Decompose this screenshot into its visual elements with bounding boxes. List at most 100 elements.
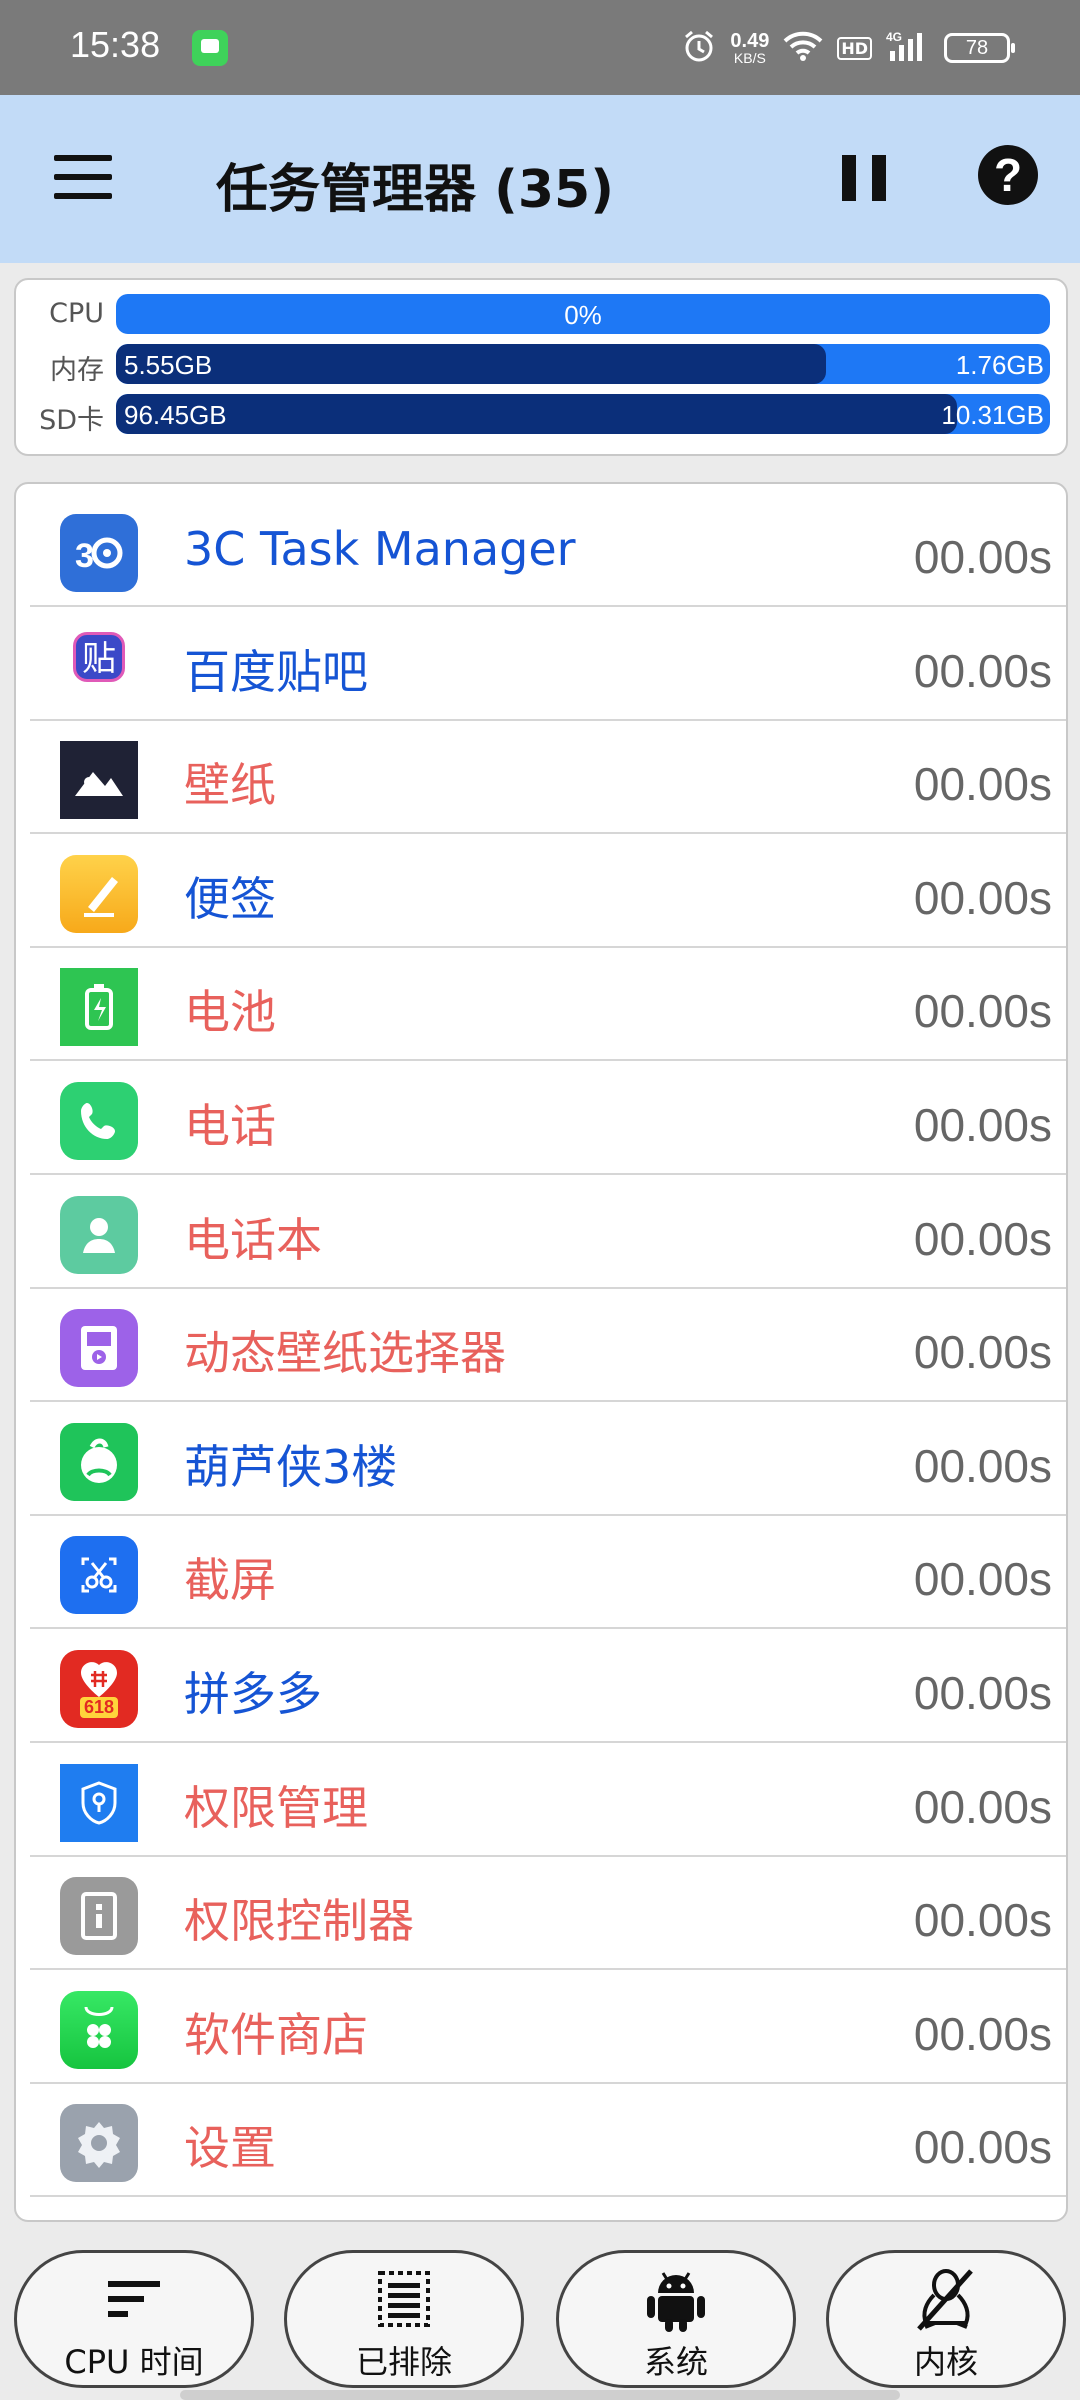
process-cpu-time: 00.00s	[913, 531, 1052, 583]
message-notification-icon	[192, 30, 228, 66]
3c-task-manager-icon: 3	[60, 514, 138, 592]
network-speed-value: 0.49	[730, 30, 770, 52]
signal-icon: 4G	[886, 29, 930, 67]
process-name: 百度贴吧	[184, 644, 368, 699]
process-cpu-time: 00.00s	[913, 644, 1052, 697]
excluded-label: 已排除	[355, 2343, 452, 2381]
process-name: 截屏	[184, 1553, 276, 1608]
process-name: 动态壁纸选择器	[184, 1326, 506, 1381]
excluded-list-icon	[376, 2271, 432, 2331]
process-name: 权限管理	[184, 1780, 368, 1835]
sd-usage-bar: 96.45GB 10.31GB	[116, 394, 1050, 434]
process-name: 葫芦侠3楼	[184, 1439, 398, 1494]
status-time: 15:38	[70, 24, 161, 65]
process-cpu-time: 00.00s	[913, 758, 1052, 811]
phone-icon	[60, 1082, 138, 1160]
pinduoduo-icon: 618	[60, 1650, 138, 1728]
hd-badge: HD	[837, 36, 872, 60]
cpu-usage-bar: 0%	[116, 294, 1050, 334]
process-cpu-time: 00.00s	[913, 1894, 1052, 1947]
gesture-bar[interactable]	[180, 2390, 900, 2400]
sd-used: 96.45GB	[124, 400, 227, 430]
process-cpu-time: 00.00s	[913, 1326, 1052, 1379]
cpu-label: CPU	[49, 298, 104, 329]
system-label: 系统	[643, 2343, 708, 2381]
process-name: 设置	[184, 2121, 276, 2176]
excluded-button[interactable]: 已排除	[284, 2250, 524, 2388]
process-name: 电池	[184, 985, 276, 1040]
bottom-nav: CPU 时间 已排除 系统 内核	[0, 2236, 1080, 2400]
kernel-button[interactable]: 内核	[826, 2250, 1066, 2388]
process-row[interactable]: 电池 00.00s	[30, 948, 1066, 1062]
process-name: 电话	[184, 1099, 276, 1153]
live-wallpaper-icon	[60, 1309, 138, 1388]
process-cpu-time: 00.00s	[913, 2121, 1052, 2174]
process-row[interactable]: 便签 00.00s	[30, 835, 1066, 948]
process-cpu-time: 00.00s	[913, 1439, 1052, 1492]
android-icon	[645, 2267, 707, 2337]
sort-lines-icon	[106, 2277, 162, 2325]
app-store-icon	[60, 1990, 138, 2069]
settings-icon	[60, 2104, 138, 2183]
screenshot-icon	[60, 1536, 138, 1615]
battery-indicator: 78	[944, 33, 1015, 63]
permission-controller-icon	[60, 1877, 138, 1956]
process-name: 软件商店	[184, 2007, 368, 2062]
process-name: 权限控制器	[184, 1894, 414, 1949]
process-row[interactable]: 设置 00.00s	[30, 2084, 1066, 2198]
system-button[interactable]: 系统	[556, 2250, 796, 2388]
network-speed-unit: KB/S	[733, 50, 766, 66]
process-row[interactable]: 电话 00.00s	[30, 1062, 1066, 1175]
notes-icon	[60, 854, 138, 933]
cpu-stat-row: CPU 0%	[16, 294, 1066, 338]
process-row[interactable]: 葫芦侠3楼 00.00s	[30, 1403, 1066, 1516]
page-title: 任务管理器 (35)	[216, 160, 614, 220]
svg-text:3: 3	[75, 537, 94, 575]
process-row[interactable]: 动态壁纸选择器 00.00s	[30, 1289, 1066, 1403]
process-row[interactable]: 贴百度贴吧 00.00s	[30, 608, 1066, 721]
process-name: 拼多多	[184, 1667, 322, 1721]
wallpaper-icon	[60, 741, 138, 820]
memory-stat-row: 内存 5.55GB 1.76GB	[16, 344, 1066, 388]
baidu-tieba-icon: 贴	[60, 627, 138, 706]
cpu-time-sort-button[interactable]: CPU 时间	[14, 2250, 254, 2388]
process-list[interactable]: 3 3C Task Manager 00.00s 贴百度贴吧 00.00s 壁纸 00.00…	[14, 482, 1068, 2222]
memory-usage-fill	[116, 344, 826, 384]
sd-stat-row: SD卡 96.45GB 10.31GB	[16, 394, 1066, 438]
cpu-usage-value: 0%	[564, 300, 602, 330]
process-row[interactable]: 618 拼多多 00.00s	[30, 1630, 1066, 1743]
app-bar: 任务管理器 (35) ?	[0, 95, 1080, 263]
process-name: 便签	[184, 871, 276, 926]
linux-penguin-crossed-icon	[915, 2267, 977, 2337]
wifi-icon	[783, 30, 823, 66]
menu-icon[interactable]	[54, 155, 112, 199]
help-icon[interactable]: ?	[978, 145, 1038, 205]
process-row[interactable]: 权限控制器 00.00s	[30, 1857, 1066, 1971]
contacts-icon	[60, 1195, 138, 1274]
battery-icon	[60, 968, 138, 1047]
memory-used: 5.55GB	[124, 350, 213, 380]
status-icons: 0.49 KB/S HD 4G 78	[682, 22, 1015, 74]
process-row[interactable]: 软件商店 00.00s	[30, 1971, 1066, 2084]
process-cpu-time: 00.00s	[913, 1667, 1052, 1719]
network-type: 4G	[886, 30, 902, 44]
process-row[interactable]: 权限管理 00.00s	[30, 1744, 1066, 1857]
sd-free: 10.31GB	[941, 400, 1044, 430]
process-cpu-time: 00.00s	[913, 871, 1052, 924]
huluxia-icon	[60, 1422, 138, 1501]
pause-icon[interactable]	[842, 155, 886, 201]
permission-manager-icon	[60, 1763, 138, 1842]
process-row[interactable]: 电话本 00.00s	[30, 1176, 1066, 1289]
process-cpu-time: 00.00s	[913, 1212, 1052, 1265]
memory-label: 内存	[50, 355, 104, 386]
memory-free: 1.76GB	[955, 350, 1044, 380]
kernel-label: 内核	[913, 2343, 978, 2381]
process-cpu-time: 00.00s	[913, 2007, 1052, 2060]
process-row[interactable]: 壁纸 00.00s	[30, 721, 1066, 835]
process-row[interactable]: 截屏 00.00s	[30, 1516, 1066, 1630]
sd-usage-fill	[116, 394, 957, 434]
process-cpu-time: 00.00s	[913, 1099, 1052, 1151]
process-cpu-time: 00.00s	[913, 985, 1052, 1038]
process-name: 3C Task Manager	[184, 522, 576, 576]
process-row[interactable]: 3 3C Task Manager 00.00s	[30, 494, 1066, 607]
